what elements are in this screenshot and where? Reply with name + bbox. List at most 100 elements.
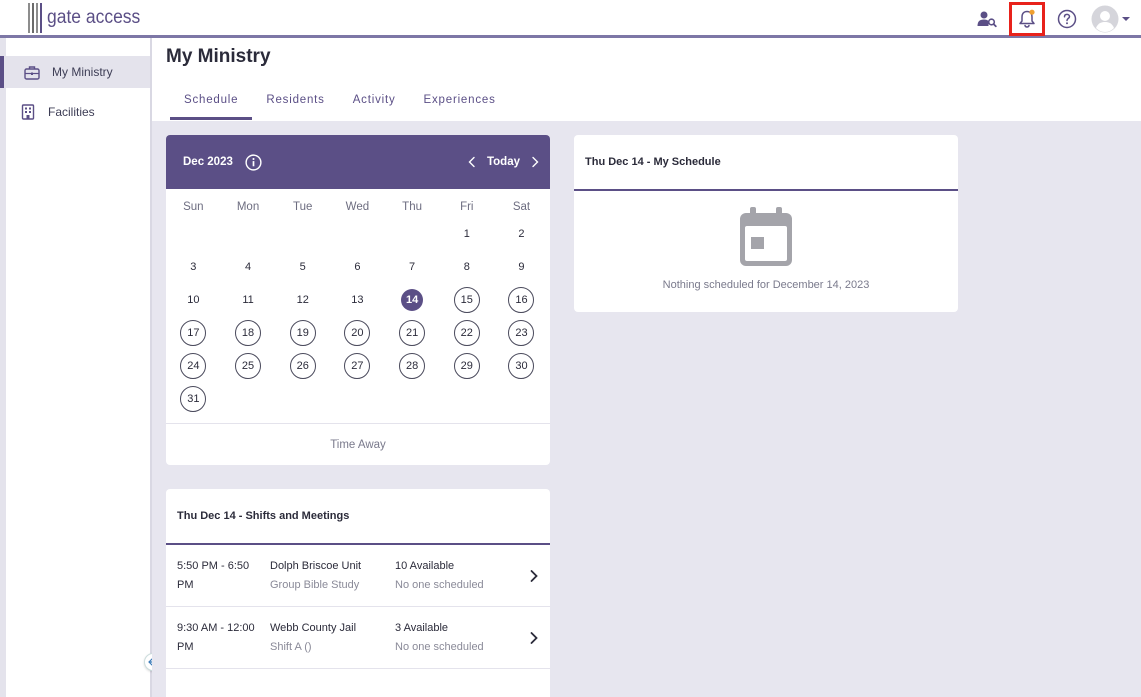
avatar-icon bbox=[1091, 5, 1119, 33]
calendar-day[interactable]: 30 bbox=[494, 349, 549, 382]
sidebar-item-facilities[interactable]: Facilities bbox=[6, 96, 150, 128]
sidebar-item-label: My Ministry bbox=[52, 65, 113, 79]
calendar-day[interactable]: 1 bbox=[439, 217, 494, 250]
tab-residents[interactable]: Residents bbox=[252, 84, 338, 120]
chevron-right-icon[interactable] bbox=[530, 156, 540, 168]
calendar-day[interactable]: 19 bbox=[275, 316, 330, 349]
calendar-nav: Today bbox=[467, 135, 540, 189]
calendar-day[interactable]: 29 bbox=[439, 349, 494, 382]
weekday-label: Tue bbox=[293, 201, 313, 213]
calendar-card: Dec 2023 Today Sun Mon Tue Wed Thu Fri Sat 123… bbox=[166, 135, 550, 465]
my-schedule-card: Thu Dec 14 - My Schedule Nothing schedul… bbox=[574, 135, 958, 312]
calendar-empty-cell bbox=[166, 217, 221, 250]
tab-activity[interactable]: Activity bbox=[339, 84, 410, 120]
calendar-day[interactable]: 26 bbox=[275, 349, 330, 382]
my-schedule-title: Thu Dec 14 - My Schedule bbox=[574, 135, 958, 191]
calendar-month-label: Dec 2023 bbox=[183, 156, 233, 168]
calendar-day[interactable]: 8 bbox=[439, 250, 494, 283]
shift-row[interactable]: 9:30 AM - 12:00 PM Webb County Jail Shif… bbox=[166, 607, 550, 669]
gate-access-logo[interactable]: gate access bbox=[28, 3, 148, 33]
chevron-right-icon[interactable] bbox=[528, 631, 540, 645]
user-search-icon bbox=[977, 11, 997, 28]
calendar-day[interactable]: 3 bbox=[166, 250, 221, 283]
calendar-day[interactable]: 22 bbox=[439, 316, 494, 349]
calendar-day[interactable]: 11 bbox=[221, 283, 276, 316]
chevron-left-icon[interactable] bbox=[467, 156, 477, 168]
briefcase-icon bbox=[24, 64, 40, 80]
calendar-empty-cell bbox=[221, 217, 276, 250]
top-bar: gate access bbox=[0, 0, 1141, 38]
shifts-title: Thu Dec 14 - Shifts and Meetings bbox=[166, 489, 550, 545]
shifts-card: Thu Dec 14 - Shifts and Meetings 5:50 PM… bbox=[166, 489, 550, 697]
logo-bars-icon bbox=[28, 3, 44, 33]
sidebar: My Ministry Facilities bbox=[0, 38, 162, 697]
shift-availability: 10 Available No one scheduled bbox=[395, 560, 484, 591]
notifications-button[interactable] bbox=[1009, 2, 1045, 36]
weekday-header-row: Sun Mon Tue Wed Thu Fri Sat bbox=[166, 197, 550, 217]
calendar-day-today[interactable]: 14 bbox=[385, 283, 440, 316]
tab-bar: Schedule Residents Activity Experiences bbox=[170, 84, 510, 120]
calendar-day[interactable]: 10 bbox=[166, 283, 221, 316]
calendar-day[interactable]: 24 bbox=[166, 349, 221, 382]
calendar-day[interactable]: 25 bbox=[221, 349, 276, 382]
weekday-label: Wed bbox=[345, 201, 370, 213]
building-icon bbox=[20, 104, 36, 120]
shift-row[interactable]: 5:50 PM - 6:50 PM Dolph Briscoe Unit Gro… bbox=[166, 545, 550, 607]
calendar-empty-cell bbox=[385, 217, 440, 250]
calendar-day[interactable]: 17 bbox=[166, 316, 221, 349]
calendar-day[interactable]: 20 bbox=[330, 316, 385, 349]
calendar-grid: 1 2 3 4 5 6 7 8 9 10 11 12 13 14 15 16 17 18 19 20 21 22 23 24 2… bbox=[166, 217, 550, 415]
calendar-day[interactable]: 9 bbox=[494, 250, 549, 283]
sidebar-item-my-ministry[interactable]: My Ministry bbox=[0, 56, 150, 88]
weekday-label: Fri bbox=[460, 201, 474, 213]
calendar-day[interactable]: 7 bbox=[385, 250, 440, 283]
calendar-day[interactable]: 5 bbox=[275, 250, 330, 283]
calendar-day[interactable]: 2 bbox=[494, 217, 549, 250]
weekday-label: Mon bbox=[236, 201, 260, 213]
calendar-day[interactable]: 18 bbox=[221, 316, 276, 349]
calendar-day[interactable]: 6 bbox=[330, 250, 385, 283]
weekday-label: Sat bbox=[512, 201, 531, 213]
user-menu-button[interactable] bbox=[1091, 5, 1131, 33]
calendar-empty-cell bbox=[330, 217, 385, 250]
calendar-day[interactable]: 13 bbox=[330, 283, 385, 316]
caret-down-icon bbox=[1122, 17, 1130, 21]
sidebar-item-label: Facilities bbox=[48, 105, 95, 119]
help-button[interactable] bbox=[1051, 3, 1083, 35]
page-header: My Ministry Schedule Residents Activity … bbox=[152, 38, 1141, 121]
bell-icon bbox=[1019, 9, 1035, 28]
empty-state: Nothing scheduled for December 14, 2023 bbox=[574, 191, 958, 291]
calendar-day[interactable]: 12 bbox=[275, 283, 330, 316]
info-icon[interactable] bbox=[245, 153, 262, 171]
main-content: My Ministry Schedule Residents Activity … bbox=[152, 38, 1141, 697]
shift-time: 5:50 PM - 6:50 PM bbox=[177, 560, 250, 591]
weekday-label: Thu bbox=[402, 201, 422, 213]
time-away-button[interactable]: Time Away bbox=[166, 423, 550, 465]
empty-state-text: Nothing scheduled for December 14, 2023 bbox=[662, 279, 870, 291]
shift-location: Dolph Briscoe Unit Group Bible Study bbox=[270, 560, 362, 591]
weekday-label: Sun bbox=[183, 201, 204, 213]
calendar-day[interactable]: 4 bbox=[221, 250, 276, 283]
help-icon bbox=[1057, 9, 1077, 29]
shift-location: Webb County Jail Shift A () bbox=[270, 622, 357, 653]
calendar-day[interactable]: 28 bbox=[385, 349, 440, 382]
tab-schedule[interactable]: Schedule bbox=[170, 84, 253, 120]
calendar-day[interactable]: 27 bbox=[330, 349, 385, 382]
calendar-day[interactable]: 23 bbox=[494, 316, 549, 349]
today-button[interactable]: Today bbox=[487, 156, 520, 168]
chevron-right-icon[interactable] bbox=[528, 569, 540, 583]
logo-text: gate access bbox=[47, 7, 141, 28]
calendar-day[interactable]: 16 bbox=[494, 283, 549, 316]
calendar-empty-cell bbox=[275, 217, 330, 250]
top-icons bbox=[965, 2, 1131, 36]
tab-experiences[interactable]: Experiences bbox=[410, 84, 510, 120]
shift-time: 9:30 AM - 12:00 PM bbox=[177, 622, 255, 653]
calendar-header: Dec 2023 Today bbox=[166, 135, 550, 189]
shift-availability: 3 Available No one scheduled bbox=[395, 622, 484, 653]
calendar-day[interactable]: 15 bbox=[439, 283, 494, 316]
page-title: My Ministry bbox=[166, 46, 271, 67]
calendar-day[interactable]: 31 bbox=[166, 382, 221, 415]
calendar-day[interactable]: 21 bbox=[385, 316, 440, 349]
calendar-icon bbox=[740, 207, 792, 266]
user-search-button[interactable] bbox=[971, 3, 1003, 35]
